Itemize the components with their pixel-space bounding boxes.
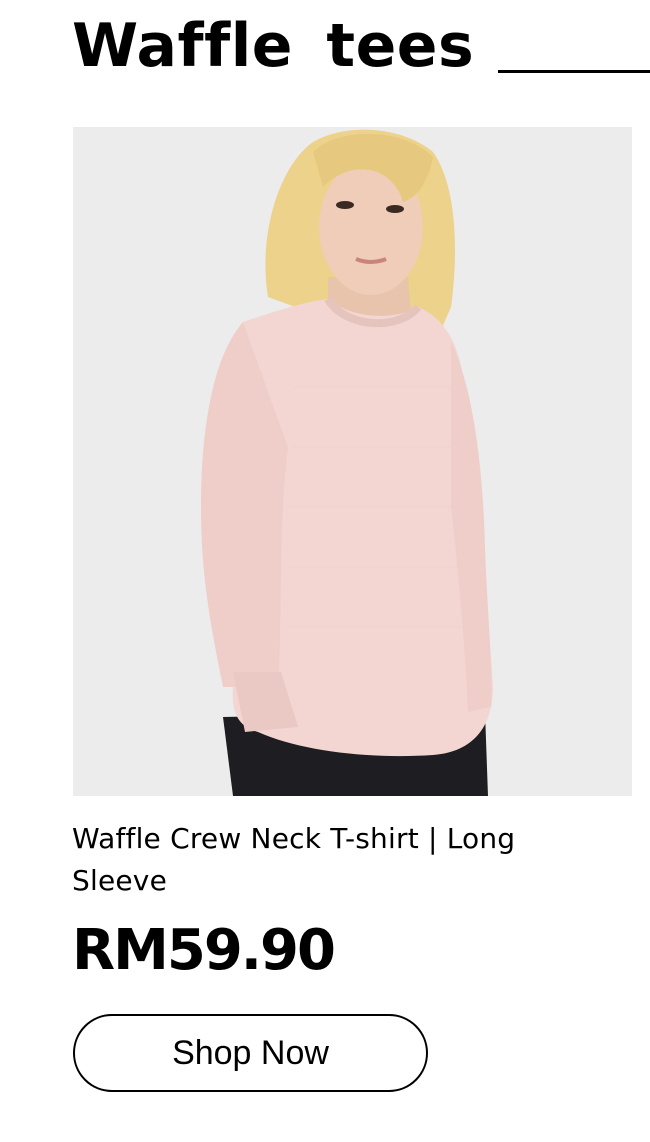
shop-now-button[interactable]: Shop Now bbox=[73, 1014, 428, 1092]
product-price: RM59.90 bbox=[72, 918, 336, 983]
product-photo-illustration bbox=[73, 127, 632, 796]
product-image[interactable] bbox=[73, 127, 632, 796]
section-title: Waffle tees bbox=[72, 11, 475, 81]
title-divider bbox=[498, 70, 650, 73]
product-name[interactable]: Waffle Crew Neck T-shirt | Long Sleeve bbox=[72, 818, 552, 902]
